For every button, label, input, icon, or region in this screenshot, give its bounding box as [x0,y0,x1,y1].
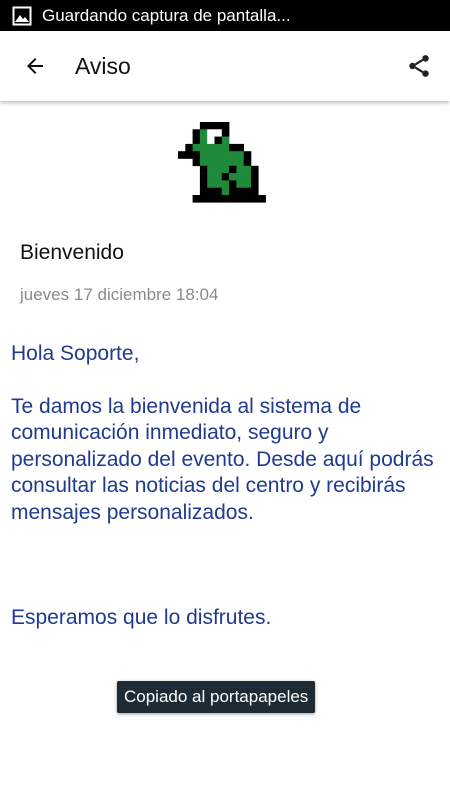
app-bar: Aviso [0,31,450,101]
back-button[interactable] [20,51,50,81]
frog-pixel-logo [178,122,274,206]
share-icon [406,53,432,79]
status-notification-text: Guardando captura de pantalla... [42,5,291,25]
message-date: jueves 17 diciembre 18:04 [20,285,219,304]
message-main-text: Te damos la bienvenida al sistema de com… [11,394,434,524]
page-title: Aviso [75,52,131,79]
toast-notification: Copiado al portapapeles [117,681,316,713]
message-body: Hola Soporte, Te damos la bienvenida al … [11,341,441,632]
message-title: Bienvenido [20,241,124,264]
image-icon [12,6,32,26]
message-greeting: Hola Soporte, [11,342,140,365]
share-button[interactable] [404,51,434,81]
message-closing: Esperamos que lo disfrutes. [11,606,272,629]
arrow-left-icon [23,54,47,78]
status-bar: Guardando captura de pantalla... [0,0,450,31]
